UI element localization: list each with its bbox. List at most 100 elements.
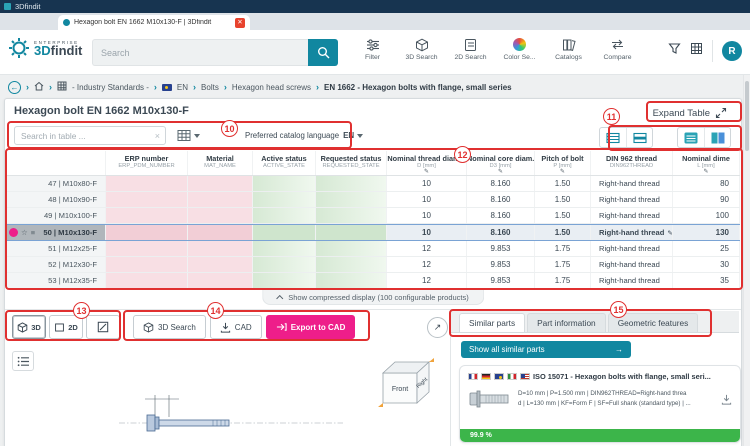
compressed-display-toggle[interactable]: Show compressed display (100 configurabl… [262, 290, 484, 305]
download-part-icon[interactable] [721, 394, 732, 405]
toggle-column-view-icon[interactable] [704, 128, 730, 147]
edit-pencil-icon[interactable]: ✎ [703, 168, 708, 175]
breadcrumb-item-industry-standards[interactable]: - Industry Standards - [72, 83, 149, 92]
grid-view-icon[interactable] [690, 42, 703, 60]
tab-title: Hexagon bolt EN 1662 M10x130-F | 3Dfindi… [74, 19, 212, 26]
home-icon[interactable] [34, 81, 44, 93]
edit-pencil-icon[interactable]: ✎ [498, 168, 503, 175]
d3-cell: 9.853 [467, 241, 535, 256]
cad-download-button[interactable]: CAD [209, 315, 262, 339]
expand-table-button[interactable]: Expand Table [653, 107, 727, 119]
column-pitch-of-bolt[interactable]: Pitch of bolt P [mm] ✎ [535, 151, 591, 175]
column-din-962-thread[interactable]: DIN 962 thread DIN962THREAD [591, 151, 673, 175]
scrollbar-thumb[interactable] [745, 81, 749, 151]
column-requested-status[interactable]: Requested status REQUESTED_STATE [316, 151, 387, 175]
column-material[interactable]: Material MAT_NAME [188, 151, 253, 175]
breadcrumb-item-en[interactable]: EN [177, 83, 188, 92]
tool-color-search[interactable]: Color Se... [495, 37, 544, 61]
tool-2d-search[interactable]: 2D Search [446, 37, 495, 61]
flag-fr-icon [468, 373, 478, 380]
table-row[interactable]: 51 | M12x25-F 12 9.853 1.75 Right-hand t… [6, 241, 740, 257]
back-button[interactable]: ← [8, 80, 21, 94]
column-nominal-core-diameter[interactable]: Nominal core diam... D3 [mm] ✎ [467, 151, 535, 175]
active-status-cell [253, 257, 316, 272]
requested-status-cell [316, 176, 387, 191]
edit-pencil-icon[interactable]: ✎ [424, 168, 429, 175]
user-avatar[interactable]: R [722, 41, 742, 61]
similar-part-attributes: D=10 mm | P=1.500 mm | DIN962THREAD=Righ… [518, 390, 691, 407]
bolt-technical-drawing[interactable] [117, 387, 347, 445]
popout-viewer-button[interactable]: ↗ [427, 317, 448, 338]
table-search-input[interactable] [15, 130, 155, 141]
requested-status-cell [316, 225, 387, 240]
orientation-cube[interactable]: Front Right [373, 349, 443, 407]
tool-catalogs[interactable]: Catalogs [544, 37, 593, 61]
view-2d-button[interactable]: 2D [49, 315, 83, 339]
table-search: × [14, 126, 166, 145]
tab-geometric-features[interactable]: Geometric features [607, 313, 699, 332]
tab-similar-parts[interactable]: Similar parts [459, 313, 526, 332]
clear-search-icon[interactable]: × [155, 131, 165, 141]
toggle-value-table-icon[interactable] [678, 128, 704, 147]
global-search-input[interactable] [92, 39, 308, 66]
part-list-button[interactable] [12, 351, 34, 371]
breadcrumb-item-bolts[interactable]: Bolts [201, 83, 219, 92]
3d-search-button[interactable]: 3D Search [133, 315, 206, 339]
tool-filter[interactable]: Filter [348, 37, 397, 61]
column-erp-number[interactable]: ERP number ERP_PDM_NUMBER [106, 151, 188, 175]
header-tools: Filter 3D Search 2D Search Color Se... C… [348, 37, 642, 61]
window-titlebar: 3Dfindit [0, 0, 750, 13]
p-cell: 1.50 [535, 176, 591, 191]
drawing-icon [97, 321, 109, 333]
product-table: ERP number ERP_PDM_NUMBER Material MAT_NAM… [6, 151, 740, 290]
table-row[interactable]: 47 | M10x80-F 10 8.160 1.50 Right-hand t… [6, 176, 740, 192]
tool-compare[interactable]: Compare [593, 37, 642, 61]
tool-3d-search[interactable]: 3D Search [397, 37, 446, 61]
star-icon[interactable]: ☆ [21, 228, 28, 237]
d-cell: 12 [387, 257, 467, 272]
table-row-selected[interactable]: ☆ ≡ 50 | M10x130-F 10 8.160 1.50 Right-h… [6, 224, 740, 241]
show-all-similar-parts-button[interactable]: Show all similar parts → [461, 341, 631, 358]
table-columns-menu-button[interactable] [177, 126, 200, 145]
table-row[interactable]: 52 | M12x30-F 12 9.853 1.75 Right-hand t… [6, 257, 740, 273]
thread-cell: Right-hand thread [591, 257, 673, 272]
global-search-button[interactable] [308, 39, 338, 66]
column-active-status[interactable]: Active status ACTIVE_STATE [253, 151, 316, 175]
column-nominal-dimension[interactable]: Nominal dime L [mm] ✎ [673, 151, 740, 175]
window-title: 3Dfindit [15, 2, 41, 11]
table-row[interactable]: 49 | M10x100-F 10 8.160 1.50 Right-hand … [6, 208, 740, 224]
export-to-cad-button[interactable]: Export to CAD [265, 315, 356, 339]
view-drawing-button[interactable] [86, 315, 120, 339]
language-value: EN [343, 131, 364, 140]
chevron-right-icon: › [223, 82, 227, 92]
active-status-cell [253, 241, 316, 256]
material-cell [188, 225, 253, 240]
breadcrumb-item-hexagon-head-screws[interactable]: Hexagon head screws [232, 83, 311, 92]
tab-close-button[interactable]: ✕ [235, 17, 245, 28]
table-row-view-icon[interactable] [600, 128, 626, 147]
row-number-cell: ☆ ≡ 50 | M10x130-F [6, 225, 106, 240]
view-3d-button[interactable]: 3D [12, 315, 46, 339]
table-icon [177, 130, 191, 141]
header-right: R [668, 40, 742, 62]
p-cell: 1.75 [535, 241, 591, 256]
similar-part-title: ISO 15071 - Hexagon bolts with flange, s… [533, 372, 711, 381]
breadcrumb-item-current[interactable]: EN 1662 - Hexagon bolts with flange, sma… [324, 83, 512, 92]
table-row[interactable]: 48 | M10x90-F 10 8.160 1.50 Right-hand t… [6, 192, 740, 208]
logo[interactable]: ENTERPRISE 3Dfindit [8, 37, 82, 59]
edit-pencil-icon[interactable]: ✎ [560, 168, 565, 175]
column-nominal-thread-diameter[interactable]: Nominal thread diam... D [mm] ✎ [387, 151, 467, 175]
cube-front-label[interactable]: Front [392, 386, 408, 393]
page-scrollbar[interactable] [743, 75, 750, 446]
tab-part-information[interactable]: Part information [527, 313, 606, 332]
browser-tab[interactable]: Hexagon bolt EN 1662 M10x130-F | 3Dfindi… [58, 15, 250, 30]
table-row-highlight-icon[interactable] [626, 128, 652, 147]
erp-cell [106, 208, 188, 223]
table-row[interactable]: 53 | M12x35-F 12 9.853 1.75 Right-hand t… [6, 273, 740, 289]
catalog-icon[interactable] [57, 81, 67, 93]
arrow-right-icon: → [615, 345, 623, 354]
funnel-icon[interactable] [668, 42, 681, 60]
preferred-language-select[interactable]: Preferred catalog language EN [245, 126, 364, 145]
row-menu-icon[interactable]: ≡ [31, 228, 35, 237]
similar-part-card[interactable]: ISO 15071 - Hexagon bolts with flange, s… [459, 365, 741, 443]
